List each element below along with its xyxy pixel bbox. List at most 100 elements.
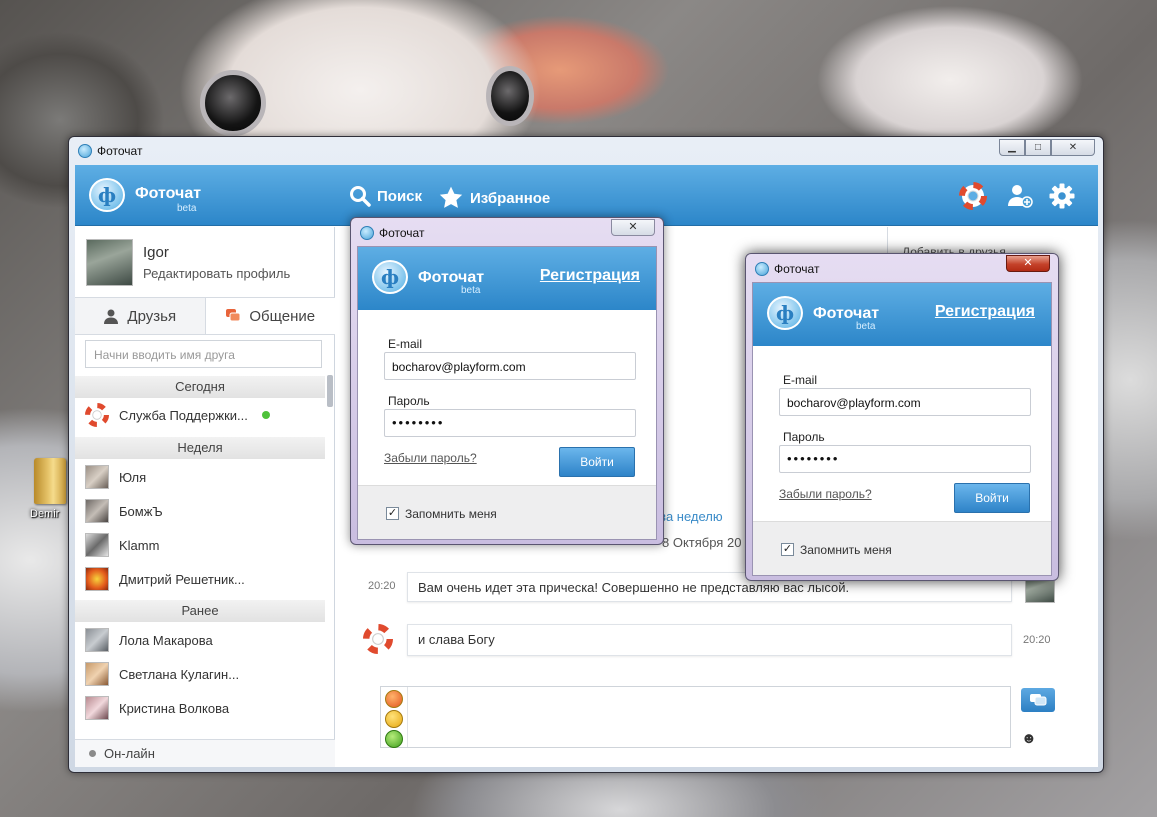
background-photo-eye-left (200, 70, 266, 136)
friend-name: Лола Макарова (119, 632, 213, 648)
filter-week-link[interactable]: за неделю (660, 509, 723, 524)
status-label: Он-лайн (104, 746, 155, 761)
logo-icon[interactable]: ф (89, 178, 125, 212)
login-form: E-mail bocharov@playform.com Пароль ••••… (753, 346, 1051, 521)
list-item[interactable]: Лола Макарова (85, 626, 213, 654)
sidebar-scrollbar[interactable] (327, 375, 333, 407)
dialog-footer: ✓ Запомнить меня (358, 485, 656, 539)
list-item[interactable]: Юля (85, 463, 146, 491)
login-form: E-mail bocharov@playform.com Пароль ••••… (358, 310, 656, 485)
logo-beta: beta (177, 203, 197, 214)
password-field[interactable]: •••••••• (384, 409, 636, 437)
lifebuoy-icon (85, 403, 109, 427)
register-link[interactable]: Регистрация (540, 267, 640, 285)
email-field[interactable]: bocharov@playform.com (384, 352, 636, 380)
lifebuoy-icon (363, 624, 393, 654)
friend-search-input[interactable]: Начни вводить имя друга (85, 340, 322, 368)
remember-me-checkbox[interactable]: ✓ (386, 507, 399, 520)
dialog-footer: ✓ Запомнить меня (753, 521, 1051, 575)
list-item[interactable]: БомжЪ (85, 497, 163, 525)
maximize-button[interactable]: □ (1025, 139, 1051, 156)
friend-name: Светлана Кулагин... (119, 666, 240, 682)
sidebar-tabs: Друзья Общение (75, 297, 335, 335)
profile-card[interactable]: Igor Редактировать профиль (75, 227, 335, 297)
chat-send-icon (1030, 694, 1047, 706)
smiley-button[interactable]: ☻ (1021, 730, 1037, 747)
remember-me-checkbox[interactable]: ✓ (781, 543, 794, 556)
list-item[interactable]: Кристина Волкова (85, 694, 229, 722)
forgot-password-link[interactable]: Забыли пароль? (384, 451, 477, 465)
dialog-close-button[interactable]: ✕ (611, 219, 655, 236)
search-icon (350, 186, 371, 207)
remember-me-label: Запомнить меня (405, 506, 497, 521)
edit-profile-link[interactable]: Редактировать профиль (143, 266, 290, 281)
password-field[interactable]: •••••••• (779, 445, 1031, 473)
desktop-icon-label: Demir (30, 508, 60, 520)
login-button[interactable]: Войти (559, 447, 635, 477)
friend-name: Дмитрий Решетник... (119, 571, 245, 587)
message-time: 20:20 (1023, 634, 1051, 646)
avatar (85, 533, 109, 557)
login-dialog-active: Фоточат ✕ ф Фоточат beta Регистрация E-m… (745, 253, 1059, 581)
friend-name: Служба Поддержки... (119, 407, 248, 423)
emoji-smile-icon[interactable] (385, 710, 403, 728)
profile-name: Igor (143, 244, 169, 261)
desktop-folder-icon[interactable]: Demir (30, 458, 70, 520)
avatar[interactable] (86, 239, 133, 286)
list-item[interactable]: Дмитрий Решетник... (85, 565, 245, 593)
emoji-sick-icon[interactable] (385, 730, 403, 748)
list-item[interactable]: Klamm (85, 531, 159, 559)
add-friend-icon (1008, 185, 1033, 208)
support-button[interactable] (958, 181, 988, 211)
email-field[interactable]: bocharov@playform.com (779, 388, 1031, 416)
register-link[interactable]: Регистрация (935, 303, 1035, 321)
online-indicator (261, 411, 270, 419)
tab-friends-label: Друзья (127, 307, 177, 325)
window-title: Фоточат (97, 144, 143, 158)
password-label: Пароль (783, 430, 825, 444)
list-item[interactable]: Светлана Кулагин... (85, 660, 239, 688)
avatar (85, 628, 109, 652)
dialog-body: ф Фоточат beta Регистрация E-mail bochar… (357, 246, 657, 540)
message-input[interactable] (407, 687, 1010, 747)
section-week: Неделя (75, 437, 325, 459)
chat-bubbles-icon (226, 309, 241, 322)
emoji-cool-icon[interactable] (385, 690, 403, 708)
app-icon (360, 226, 374, 240)
password-label: Пароль (388, 394, 430, 408)
add-friend-button[interactable] (1005, 181, 1035, 211)
login-button[interactable]: Войти (954, 483, 1030, 513)
tab-friends[interactable]: Друзья (75, 298, 205, 334)
avatar (85, 499, 109, 523)
message-time: 20:20 (368, 580, 396, 592)
email-label: E-mail (388, 337, 423, 351)
status-bar[interactable]: Он-лайн (75, 739, 335, 767)
section-earlier: Ранее (75, 600, 325, 622)
dialog-close-button[interactable]: ✕ (1006, 255, 1050, 272)
tab-chat[interactable]: Общение (204, 298, 335, 334)
forgot-password-link[interactable]: Забыли пароль? (779, 487, 872, 501)
logo-beta: beta (856, 321, 876, 332)
close-button[interactable]: ✕ (1051, 139, 1095, 156)
background-photo-eye-right (486, 66, 534, 126)
settings-button[interactable] (1047, 181, 1077, 211)
dialog-title: Фоточат (774, 262, 820, 276)
dialog-title: Фоточат (379, 226, 425, 240)
logo-text: Фоточат (135, 185, 202, 202)
sidebar: Igor Редактировать профиль Друзья Общени… (75, 227, 335, 767)
list-item[interactable]: Служба Поддержки... (85, 401, 270, 429)
main-titlebar[interactable]: Фоточат ▁ □ ✕ (69, 137, 1103, 163)
send-button[interactable] (1021, 688, 1055, 712)
message-compose (380, 686, 1011, 748)
avatar (85, 696, 109, 720)
app-icon (755, 262, 769, 276)
logo-beta: beta (461, 285, 481, 296)
friend-name: Юля (119, 469, 147, 485)
nav-favorites[interactable]: Избранное (438, 185, 550, 211)
friend-name: Klamm (119, 537, 160, 553)
logo-icon: ф (767, 296, 803, 330)
nav-favorites-label: Избранное (470, 189, 551, 207)
status-dot-icon (89, 750, 96, 757)
minimize-button[interactable]: ▁ (999, 139, 1025, 156)
nav-search[interactable]: Поиск (349, 185, 422, 207)
